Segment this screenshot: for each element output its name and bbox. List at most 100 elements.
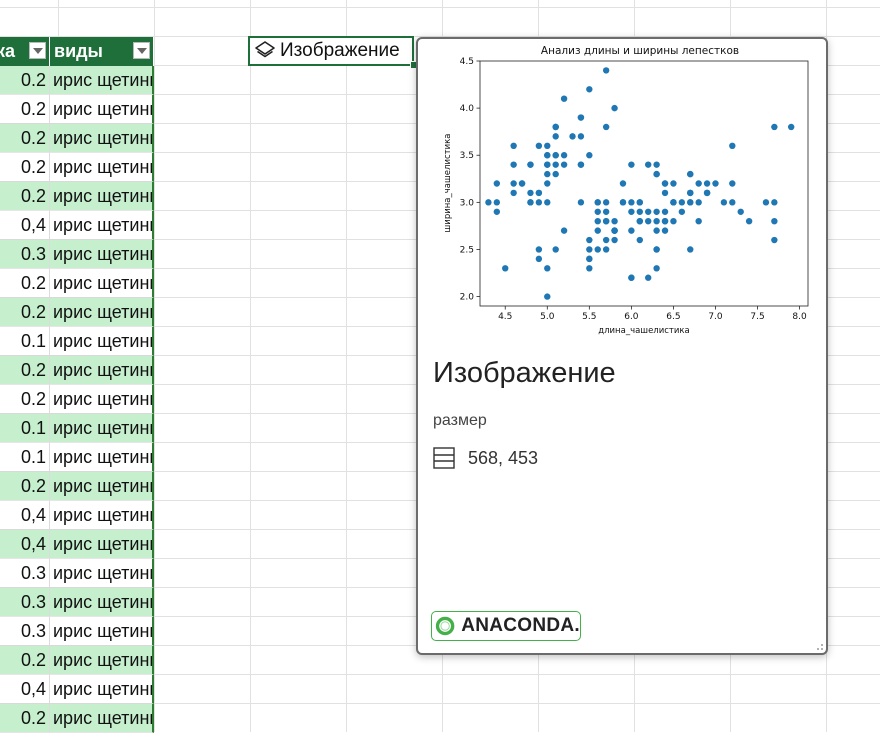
table-row: 0.2ирис щетинистый: [0, 385, 154, 414]
petal-width-cell[interactable]: 0.2: [0, 646, 50, 675]
data-point: [586, 236, 593, 244]
species-cell[interactable]: ирис щетинистый: [50, 240, 154, 269]
column-header-petal-width[interactable]: ка: [0, 37, 50, 66]
data-point: [670, 199, 677, 206]
species-cell[interactable]: ирис щетинистый: [50, 269, 154, 298]
column-header-species[interactable]: виды: [50, 37, 154, 66]
petal-width-cell[interactable]: 0.2: [0, 182, 50, 211]
species-cell[interactable]: ирис щетинистый: [50, 588, 154, 617]
species-cell[interactable]: ирис щетинистый: [50, 153, 154, 182]
chart-title: Анализ длины и ширины лепестков: [541, 45, 739, 57]
petal-width-cell[interactable]: 0.2: [0, 472, 50, 501]
data-point: [619, 180, 627, 187]
data-point: [535, 199, 543, 206]
petal-width-cell[interactable]: 0.3: [0, 617, 50, 646]
filter-dropdown-button[interactable]: [133, 42, 150, 59]
species-cell[interactable]: ирис щетинистый: [50, 617, 154, 646]
image-layers-icon: [255, 41, 275, 58]
species-cell[interactable]: ирис щетинистый: [50, 501, 154, 530]
species-cell[interactable]: ирис щетинистый: [50, 298, 154, 327]
scatter-plot: Анализ длины и ширины лепестков 4.5 5.0 5.…: [443, 45, 809, 336]
species-cell[interactable]: ирис щетинистый: [50, 95, 154, 124]
petal-width-cell[interactable]: 0.1: [0, 327, 50, 356]
petal-width-cell[interactable]: 0,4: [0, 501, 50, 530]
petal-width-cell[interactable]: 0.3: [0, 240, 50, 269]
data-point: [510, 142, 517, 150]
data-point: [653, 246, 660, 253]
data-point: [670, 217, 677, 225]
petal-width-cell[interactable]: 0.2: [0, 124, 50, 153]
species-cell[interactable]: ирис щетинистый: [50, 443, 154, 472]
anaconda-logo[interactable]: ANACONDA.: [431, 611, 581, 641]
petal-width-cell[interactable]: 0.2: [0, 95, 50, 124]
y-tick-label: 3.5: [460, 151, 474, 161]
data-point: [544, 199, 551, 206]
petal-width-cell[interactable]: 0.1: [0, 443, 50, 472]
species-cell[interactable]: ирис щетинистый: [50, 646, 154, 675]
table-row: 0.2ирис щетинистый: [0, 269, 154, 298]
data-point: [678, 199, 686, 206]
species-cell[interactable]: ирис щетинистый: [50, 66, 154, 95]
petal-width-cell[interactable]: 0,4: [0, 530, 50, 559]
data-point: [594, 199, 601, 206]
species-cell[interactable]: ирис щетинистый: [50, 327, 154, 356]
petal-width-cell[interactable]: 0.2: [0, 153, 50, 182]
image-preview-card: Анализ длины и ширины лепестков 4.5 5.0 5.…: [416, 37, 828, 655]
plot-frame: [479, 60, 809, 307]
x-tick-label: 4.5: [498, 312, 512, 322]
x-tick-label: 5.0: [540, 312, 555, 322]
species-cell[interactable]: ирис щетинистый: [50, 414, 154, 443]
filter-dropdown-button[interactable]: [29, 42, 46, 59]
data-point: [552, 123, 559, 131]
column-header-label: виды: [54, 41, 103, 61]
species-cell[interactable]: ирис щетинистый: [50, 472, 154, 501]
data-point: [577, 161, 585, 168]
petal-width-cell[interactable]: 0,4: [0, 675, 50, 704]
petal-width-cell[interactable]: 0.2: [0, 269, 50, 298]
petal-width-cell[interactable]: 0.3: [0, 588, 50, 617]
data-point: [712, 180, 719, 187]
data-point: [670, 180, 677, 187]
data-point: [771, 236, 778, 244]
data-point: [552, 152, 559, 159]
data-point: [636, 236, 643, 244]
petal-width-cell[interactable]: 0.3: [0, 559, 50, 588]
table-row: 0,4ирис щетинистый: [0, 211, 154, 240]
petal-width-cell[interactable]: 0.2: [0, 298, 50, 327]
data-point: [586, 152, 593, 159]
table-row: 0.2ирис щетинистый: [0, 153, 154, 182]
species-cell[interactable]: ирис щетинистый: [50, 675, 154, 704]
data-point: [695, 217, 702, 225]
petal-width-cell[interactable]: 0.2: [0, 66, 50, 95]
data-point: [552, 170, 559, 178]
petal-width-cell[interactable]: 0.2: [0, 385, 50, 414]
resize-grip-icon[interactable]: [814, 641, 824, 651]
data-point: [560, 152, 568, 159]
data-point: [586, 246, 593, 253]
data-point: [552, 161, 559, 168]
data-point: [535, 142, 543, 150]
x-axis-label: длина_чашелистика: [598, 326, 690, 336]
data-point: [636, 208, 643, 215]
petal-width-cell[interactable]: 0,4: [0, 211, 50, 240]
species-cell[interactable]: ирис щетинистый: [50, 211, 154, 240]
selected-image-cell[interactable]: Изображение: [248, 36, 414, 66]
petal-width-cell[interactable]: 0.2: [0, 704, 50, 733]
species-cell[interactable]: ирис щетинистый: [50, 124, 154, 153]
table-row: 0.2ирис щетинистый: [0, 356, 154, 385]
species-cell[interactable]: ирис щетинистый: [50, 182, 154, 211]
data-point: [661, 208, 669, 215]
species-cell[interactable]: ирис щетинистый: [50, 385, 154, 414]
data-point: [502, 265, 509, 272]
petal-width-cell[interactable]: 0.1: [0, 414, 50, 443]
data-point: [687, 199, 694, 206]
petal-width-cell[interactable]: 0.2: [0, 356, 50, 385]
species-cell[interactable]: ирис щетинистый: [50, 704, 154, 733]
x-tick-label: 7.0: [708, 312, 723, 322]
species-cell[interactable]: ирис щетинистый: [50, 559, 154, 588]
species-cell[interactable]: ирис щетинистый: [50, 530, 154, 559]
species-cell[interactable]: ирис щетинистый: [50, 356, 154, 385]
y-axis-label: ширина_чашелистика: [443, 134, 453, 233]
data-point: [493, 180, 501, 187]
data-point: [544, 161, 551, 168]
